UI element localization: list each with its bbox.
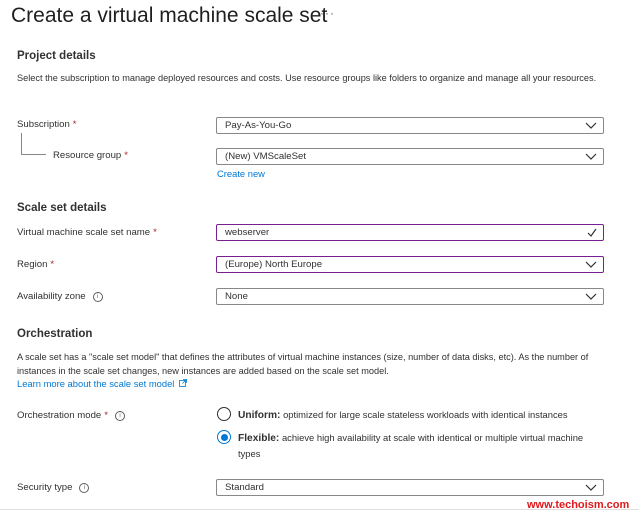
uniform-option-label[interactable]: Uniform: optimized for large scale state… — [238, 407, 608, 423]
uniform-option-description: optimized for large scale stateless work… — [283, 409, 568, 420]
resource-group-label-text: Resource group — [53, 150, 122, 161]
info-icon[interactable]: i — [92, 292, 103, 302]
subscription-label-text: Subscription — [17, 119, 70, 130]
chevron-down-icon — [585, 153, 597, 160]
orchestration-description: A scale set has a "scale set model" that… — [17, 352, 589, 376]
scale-set-name-label-text: Virtual machine scale set name — [17, 227, 151, 238]
learn-more-link[interactable]: Learn more about the scale set model — [17, 378, 187, 389]
scale-set-name-input[interactable]: webserver — [216, 224, 604, 241]
scale-set-name-label: Virtual machine scale set name * — [17, 227, 157, 238]
resource-group-value: (New) VMScaleSet — [225, 151, 307, 162]
orchestration-mode-label: Orchestration mode * i — [17, 410, 125, 421]
chevron-down-icon — [585, 484, 597, 491]
resource-group-label: Resource group * — [53, 150, 128, 161]
required-marker: * — [50, 259, 55, 270]
availability-zone-dropdown[interactable]: None — [216, 288, 604, 305]
info-icon[interactable]: i — [79, 483, 90, 493]
region-label-text: Region — [17, 259, 48, 270]
watermark: www.techoism.com — [527, 499, 630, 511]
subscription-value: Pay-As-You-Go — [225, 120, 292, 131]
availability-zone-label-text: Availability zone — [17, 291, 86, 302]
region-dropdown[interactable]: (Europe) North Europe — [216, 256, 604, 273]
project-details-description: Select the subscription to manage deploy… — [17, 73, 597, 83]
learn-more-link-text: Learn more about the scale set model — [17, 378, 175, 389]
tree-connector — [21, 133, 22, 155]
resource-group-dropdown[interactable]: (New) VMScaleSet — [216, 148, 604, 165]
security-type-label: Security type i — [17, 482, 90, 493]
required-marker: * — [153, 227, 157, 238]
flexible-option-description: achieve high availability at scale with … — [238, 432, 584, 459]
security-type-dropdown[interactable]: Standard — [216, 479, 604, 496]
region-value: (Europe) North Europe — [225, 259, 323, 270]
info-icon[interactable]: i — [114, 411, 125, 421]
scale-set-details-heading: Scale set details — [17, 202, 107, 214]
orchestration-mode-label-text: Orchestration mode — [17, 410, 102, 421]
external-link-icon — [179, 379, 187, 387]
project-details-heading: Project details — [17, 50, 96, 62]
page-title: Create a virtual machine scale set — [11, 4, 328, 27]
tree-connector — [21, 154, 46, 155]
more-options-button[interactable]: ··· — [320, 6, 335, 20]
chevron-down-icon — [585, 261, 597, 268]
create-new-link[interactable]: Create new — [217, 168, 265, 179]
region-label: Region * — [17, 259, 54, 270]
uniform-option-name: Uniform: — [238, 410, 281, 421]
required-marker: * — [124, 150, 128, 161]
checkmark-icon — [587, 228, 597, 237]
flexible-option-name: Flexible: — [238, 433, 280, 444]
security-type-label-text: Security type — [17, 482, 73, 493]
availability-zone-value: None — [225, 291, 248, 302]
availability-zone-label: Availability zone i — [17, 291, 103, 302]
required-marker: * — [104, 410, 108, 421]
orchestration-heading: Orchestration — [17, 328, 93, 340]
chevron-down-icon — [585, 122, 597, 129]
flexible-option-label[interactable]: Flexible: achieve high availability at s… — [238, 430, 608, 461]
uniform-radio[interactable] — [217, 407, 231, 421]
scale-set-name-value: webserver — [225, 227, 270, 238]
subscription-dropdown[interactable]: Pay-As-You-Go — [216, 117, 604, 134]
flexible-radio[interactable] — [217, 430, 231, 444]
subscription-label: Subscription * — [17, 119, 77, 130]
required-marker: * — [72, 119, 77, 130]
chevron-down-icon — [585, 293, 597, 300]
security-type-value: Standard — [225, 482, 264, 493]
